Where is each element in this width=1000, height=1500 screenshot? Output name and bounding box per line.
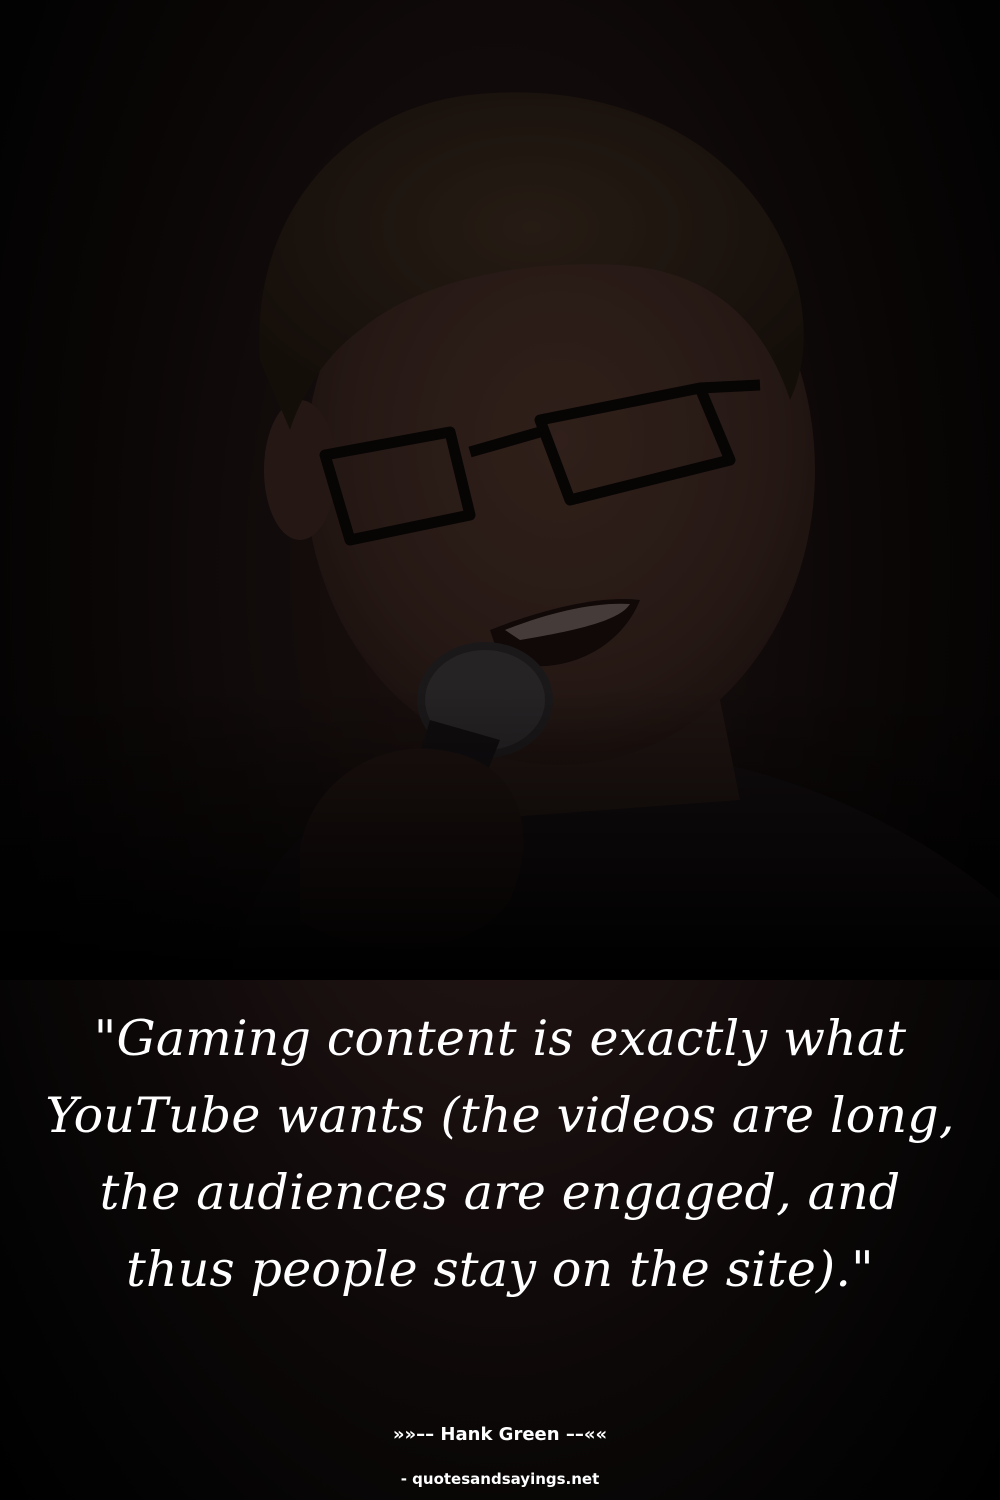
quote-card: "Gaming content is exactly what YouTube …	[0, 0, 1000, 1500]
source-credit: - quotesandsayings.net	[400, 1470, 600, 1488]
author-line: »»–– Hank Green ––««	[392, 1424, 608, 1445]
quote-text: "Gaming content is exactly what YouTube …	[45, 1010, 955, 1298]
person-photo	[0, 0, 1000, 980]
